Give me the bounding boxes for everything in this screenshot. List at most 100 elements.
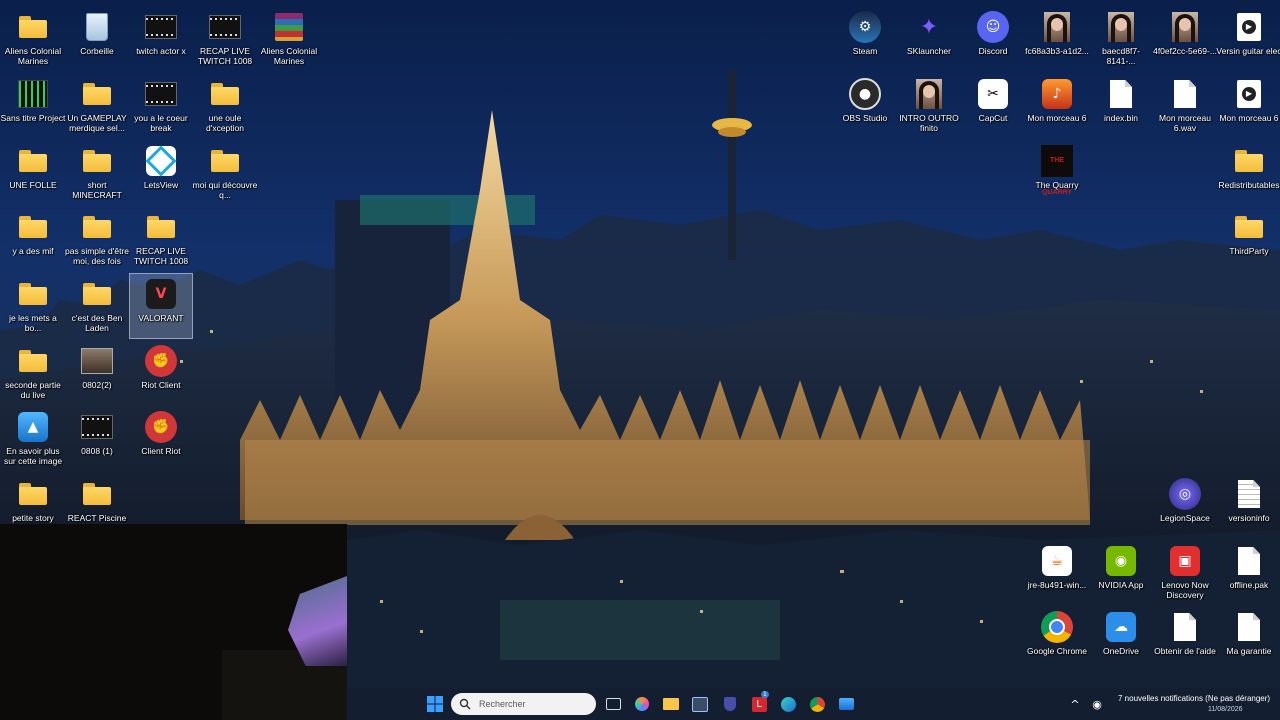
desktop-icon[interactable]: ♪ Mon morceau 6 <box>1025 73 1089 139</box>
desktop-icon[interactable]: baecd8f7-8141-... <box>1089 6 1153 72</box>
desktop-icon[interactable]: you a le coeur break <box>129 73 193 139</box>
task-view-icon[interactable] <box>603 694 623 714</box>
edge-browser-icon[interactable] <box>778 694 798 714</box>
desktop-icon[interactable]: je les mets a bo... <box>1 273 65 339</box>
capcut-icon: ✂ <box>977 78 1009 110</box>
desktop-icon[interactable]: ◎ LegionSpace <box>1153 473 1217 539</box>
desktop-icon[interactable]: Un GAMEPLAY merdique sel... <box>65 73 129 139</box>
chrome-icon[interactable] <box>807 694 827 714</box>
video-file-icon <box>81 411 113 443</box>
desktop-icon[interactable]: 0808 (1) <box>65 406 129 472</box>
audio-file-icon: ▶ <box>1233 78 1265 110</box>
clock-date[interactable]: 11/08/2026 <box>1208 706 1243 713</box>
desktop-icon[interactable]: moi qui découvre q... <box>193 140 257 206</box>
security-shield-icon[interactable] <box>720 694 740 714</box>
notification-badge: 1 <box>761 691 769 698</box>
chevron-up-icon[interactable]: ^ <box>1065 694 1085 714</box>
desktop-icon[interactable]: RECAP LIVE TWITCH 1008 <box>193 6 257 72</box>
desktop-icon[interactable]: ◉ NVIDIA App <box>1089 540 1153 606</box>
desktop-icon[interactable]: ▶ Versin guitar elec <box>1216 6 1280 72</box>
photos-app-icon[interactable] <box>836 694 856 714</box>
video-preview-window[interactable] <box>0 524 347 720</box>
desktop-icon-label: VALORANT <box>138 313 184 323</box>
desktop-icon[interactable]: Google Chrome <box>1025 606 1089 672</box>
desktop-icon[interactable]: UNE FOLLE <box>1 140 65 206</box>
desktop-icon[interactable]: ☁ OneDrive <box>1089 606 1153 672</box>
desktop-icon[interactable]: ⚙ Steam <box>833 6 897 72</box>
desktop-icon[interactable]: c'est des Ben Laden <box>65 273 129 339</box>
desktop-icon-label: UNE FOLLE <box>9 180 57 190</box>
desktop-icon-label: 4f0ef2cc-5e69-... <box>1153 46 1217 56</box>
desktop-icon[interactable]: Corbeille <box>65 6 129 72</box>
desktop-icon[interactable]: index.bin <box>1089 73 1153 139</box>
desktop-icon[interactable]: fc68a3b3-a1d2... <box>1025 6 1089 72</box>
start-button[interactable] <box>425 694 445 714</box>
desktop-icon[interactable]: LetsView <box>129 140 193 206</box>
desktop-icon[interactable]: ThirdParty <box>1217 206 1280 272</box>
desktop-icon[interactable]: INTRO OUTRO finito <box>897 73 961 139</box>
desktop-icon[interactable]: une oule d'xception <box>193 73 257 139</box>
desktop-icon-label: jre-8u491-win... <box>1027 580 1087 590</box>
desktop-icon[interactable]: ☕ jre-8u491-win... <box>1025 540 1089 606</box>
desktop-icon[interactable]: 0802(2) <box>65 340 129 406</box>
desktop-icon[interactable]: Aliens Colonial Marines <box>1 6 65 72</box>
desktop-icon[interactable]: REACT Piscine <box>65 473 129 539</box>
photo-file-icon <box>1105 11 1137 43</box>
desktop-icon[interactable]: ☺ Discord <box>961 6 1025 72</box>
desktop-icon[interactable]: versioninfo <box>1217 473 1280 539</box>
desktop-icon[interactable]: RECAP LIVE TWITCH 1008 f... <box>129 206 193 272</box>
desktop-icon-label: Discord <box>978 46 1008 56</box>
microsoft-store-icon[interactable] <box>690 694 710 714</box>
desktop-icon[interactable]: short MINECRAFT <box>65 140 129 206</box>
wav-file-icon <box>1169 78 1201 110</box>
desktop-icon-label: versioninfo <box>1228 513 1270 523</box>
lenovo-vantage-icon[interactable]: L 1 <box>749 691 769 714</box>
folder-icon <box>81 78 113 110</box>
desktop-icon[interactable]: ● OBS Studio <box>833 73 897 139</box>
text-file-icon <box>1233 478 1265 510</box>
folder-icon <box>1233 145 1265 177</box>
recycle-bin-icon <box>81 11 113 43</box>
desktop-icon[interactable]: Sans titre Project <box>1 73 65 139</box>
search-input[interactable]: Rechercher <box>451 693 596 715</box>
desktop-icon[interactable]: ▣ Lenovo Now Discovery <box>1153 540 1217 606</box>
desktop-icon-label: je les mets a bo... <box>9 313 57 333</box>
blank-file-icon <box>1105 78 1137 110</box>
desktop-icon-label: c'est des Ben Laden <box>71 313 123 333</box>
winrar-archive-icon <box>273 11 305 43</box>
desktop-icon-label: offline.pak <box>1229 580 1269 590</box>
desktop-icon[interactable]: THE QUARRY The Quarry <box>1025 140 1089 206</box>
nvidia-icon: ◉ <box>1105 545 1137 577</box>
desktop-icon[interactable]: twitch actor x <box>129 6 193 72</box>
desktop-icon-label: pas simple d'être moi, des fois <box>65 246 129 266</box>
desktop-icon[interactable]: ▶ Mon morceau 6 <box>1217 73 1280 139</box>
desktop-icon-label: Sans titre Project <box>0 113 66 123</box>
desktop-icon[interactable]: petite story <box>1 473 65 539</box>
discord-icon: ☺ <box>977 11 1009 43</box>
desktop-icon[interactable]: offline.pak <box>1217 540 1280 606</box>
network-icon[interactable]: ◉ <box>1087 694 1107 714</box>
desktop-icon[interactable]: pas simple d'être moi, des fois <box>65 206 129 272</box>
desktop-icon[interactable]: ▲ En savoir plus sur cette image <box>1 406 65 472</box>
desktop-icon[interactable]: V VALORANT <box>129 273 193 339</box>
desktop-icon-label: seconde partie du live <box>5 380 61 400</box>
desktop-icon[interactable]: ✦ SKlauncher <box>897 6 961 72</box>
lenovo-now-icon: ▣ <box>1169 545 1201 577</box>
desktop-icon-label: Google Chrome <box>1026 646 1087 656</box>
desktop-icon[interactable]: 4f0ef2cc-5e69-... <box>1153 6 1217 72</box>
desktop-icon[interactable]: y a des mif <box>1 206 65 272</box>
file-explorer-icon[interactable] <box>661 694 681 714</box>
desktop-icon[interactable]: Redistributables <box>1217 140 1280 206</box>
copilot-icon[interactable] <box>632 694 652 714</box>
notification-status[interactable]: 7 nouvelles notifications (Ne pas dérang… <box>1118 694 1270 703</box>
folder-icon <box>145 211 177 243</box>
desktop-icon[interactable]: seconde partie du live <box>1 340 65 406</box>
desktop-icon[interactable]: ✊ Riot Client <box>129 340 193 406</box>
desktop-icon[interactable]: Ma garantie <box>1217 606 1280 672</box>
desktop-icon[interactable]: Mon morceau 6.wav <box>1153 73 1217 139</box>
desktop-icon[interactable]: Obtenir de l'aide <box>1153 606 1217 672</box>
desktop-icon[interactable]: Aliens Colonial Marines <box>257 6 321 72</box>
desktop-icon[interactable]: ✊ Client Riot <box>129 406 193 472</box>
desktop-icon[interactable]: ✂ CapCut <box>961 73 1025 139</box>
folder-icon <box>17 211 49 243</box>
